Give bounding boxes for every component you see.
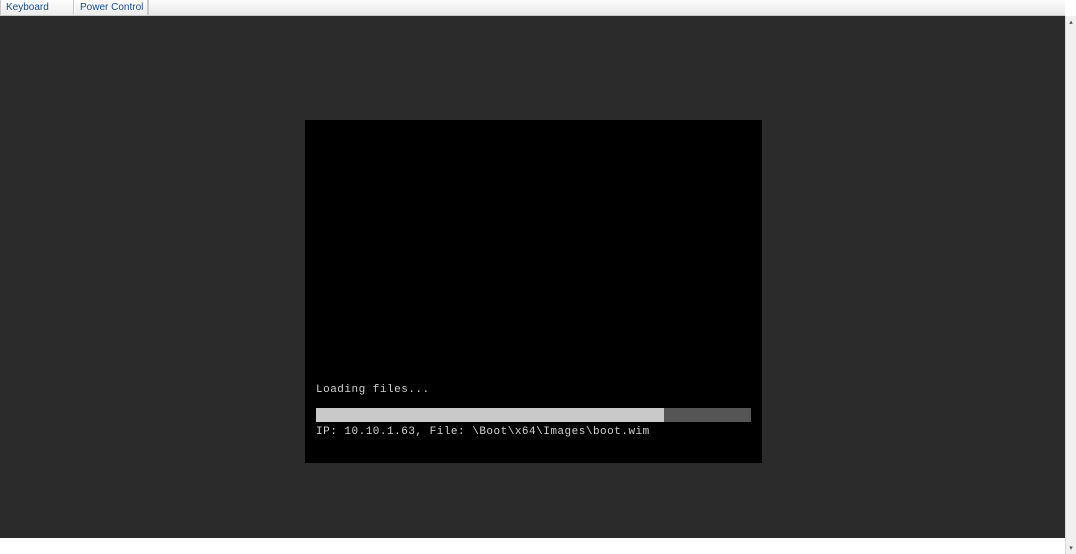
progress-bar bbox=[316, 408, 751, 422]
viewport-wrap: Loading files... IP: 10.10.1.63, File: \… bbox=[0, 16, 1076, 554]
tab-label: Keyboard bbox=[6, 2, 49, 13]
tab-power-control[interactable]: Power Control bbox=[74, 0, 148, 15]
progress-bar-fill bbox=[316, 408, 664, 422]
tab-keyboard[interactable]: Keyboard bbox=[0, 0, 74, 15]
scroll-up-icon[interactable]: ▴ bbox=[1066, 16, 1076, 28]
status-line: IP: 10.10.1.63, File: \Boot\x64\Images\b… bbox=[316, 426, 650, 438]
tab-bar: Keyboard Power Control bbox=[0, 0, 1065, 16]
bottom-strip bbox=[0, 538, 1065, 554]
vertical-scrollbar[interactable]: ▴ ▾ bbox=[1065, 16, 1076, 554]
remote-display: Loading files... IP: 10.10.1.63, File: \… bbox=[0, 16, 1065, 538]
scroll-down-icon[interactable]: ▾ bbox=[1066, 542, 1076, 554]
tab-label: Power Control bbox=[80, 2, 143, 13]
tab-bar-spacer bbox=[148, 0, 1065, 15]
loading-label: Loading files... bbox=[316, 384, 430, 396]
boot-console: Loading files... IP: 10.10.1.63, File: \… bbox=[305, 120, 762, 463]
